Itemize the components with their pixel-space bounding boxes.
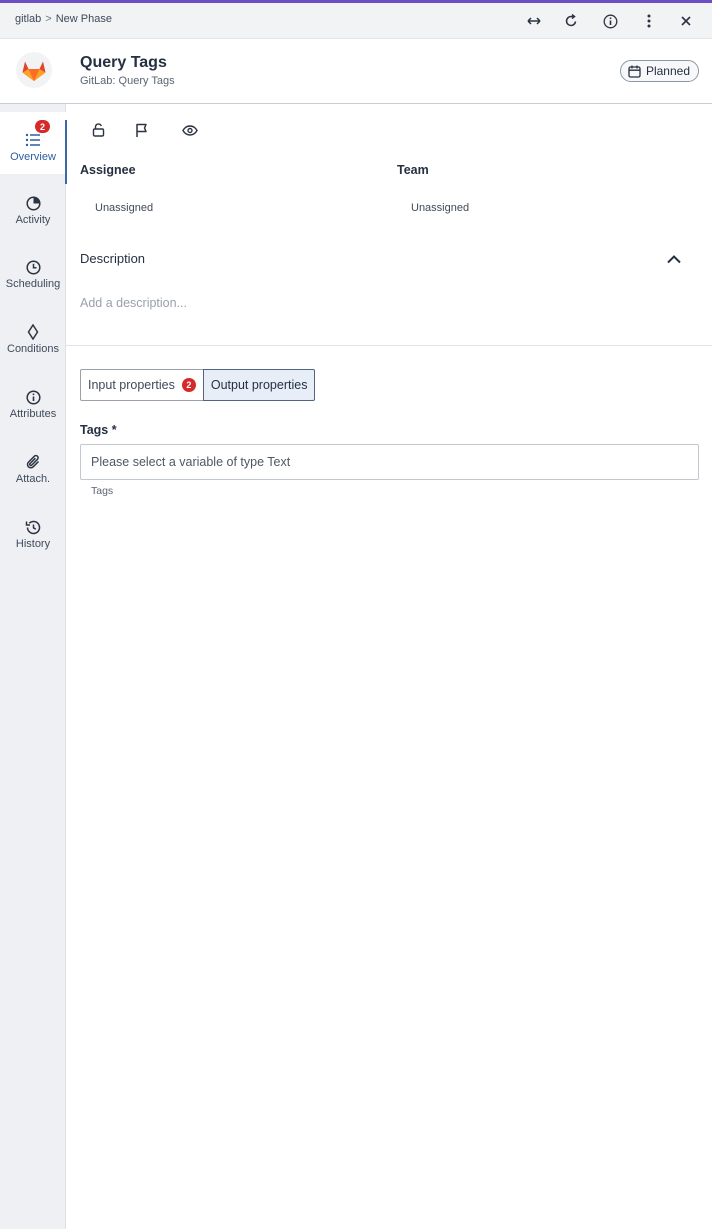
sidebar-item-label: Attributes bbox=[9, 408, 57, 420]
assignee-value[interactable]: Unassigned bbox=[95, 202, 153, 214]
refresh-icon[interactable] bbox=[562, 12, 580, 30]
overview-badge: 2 bbox=[35, 120, 50, 133]
clock-icon bbox=[25, 259, 41, 275]
pie-icon bbox=[25, 195, 41, 211]
expand-horizontal-icon[interactable] bbox=[525, 12, 543, 30]
sidebar-item-history[interactable]: History bbox=[0, 502, 66, 564]
sidebar-item-scheduling[interactable]: Scheduling bbox=[0, 242, 66, 304]
input-properties-badge: 2 bbox=[181, 378, 196, 392]
tags-help-text: Tags bbox=[91, 485, 114, 497]
tab-input-properties[interactable]: Input properties 2 bbox=[80, 369, 203, 401]
page-subtitle: GitLab: Query Tags bbox=[80, 75, 175, 87]
sidebar: 2 Overview Activity Scheduling Condition… bbox=[0, 104, 67, 1229]
status-label: Planned bbox=[645, 64, 690, 78]
description-input[interactable]: Add a description... bbox=[80, 296, 187, 310]
more-vertical-icon[interactable] bbox=[640, 12, 658, 30]
sidebar-item-overview[interactable]: 2 Overview bbox=[0, 112, 67, 184]
sidebar-item-attributes[interactable]: Attributes bbox=[0, 372, 66, 434]
properties-tabs: Input properties 2 Output properties bbox=[80, 369, 316, 401]
list-icon: 2 bbox=[25, 120, 50, 148]
sidebar-item-label: Conditions bbox=[7, 343, 59, 355]
team-value[interactable]: Unassigned bbox=[411, 202, 469, 214]
history-icon bbox=[25, 519, 41, 535]
page-title: Query Tags bbox=[80, 54, 167, 71]
tags-input[interactable] bbox=[80, 444, 699, 480]
breadcrumb-separator: > bbox=[45, 13, 52, 25]
sidebar-item-label: History bbox=[15, 538, 51, 550]
sidebar-item-activity[interactable]: Activity bbox=[0, 178, 66, 240]
assignee-label: Assignee bbox=[80, 163, 136, 177]
status-badge[interactable]: Planned bbox=[619, 60, 699, 82]
team-label: Team bbox=[397, 163, 429, 177]
eye-icon[interactable] bbox=[181, 122, 199, 138]
tab-label: Input properties bbox=[88, 378, 175, 392]
unlock-icon[interactable] bbox=[89, 122, 107, 138]
sidebar-item-label: Overview bbox=[10, 151, 56, 163]
calendar-icon bbox=[628, 65, 641, 78]
sidebar-item-conditions[interactable]: Conditions bbox=[0, 307, 66, 369]
gitlab-logo bbox=[16, 52, 52, 88]
sidebar-item-label: Scheduling bbox=[5, 278, 61, 290]
breadcrumb: gitlab > New Phase bbox=[15, 13, 112, 25]
description-label: Description bbox=[80, 251, 146, 266]
paperclip-icon bbox=[26, 454, 41, 470]
header: Query Tags GitLab: Query Tags Planned bbox=[0, 39, 712, 104]
diamond-icon bbox=[27, 324, 39, 340]
sidebar-item-label: Attach. bbox=[15, 473, 51, 485]
top-bar: gitlab > New Phase bbox=[0, 3, 712, 39]
chevron-up-icon[interactable] bbox=[666, 253, 682, 265]
tab-output-properties[interactable]: Output properties bbox=[202, 369, 316, 401]
breadcrumb-current: New Phase bbox=[55, 13, 112, 25]
breadcrumb-root[interactable]: gitlab bbox=[15, 13, 41, 25]
sidebar-item-attachments[interactable]: Attach. bbox=[0, 437, 66, 499]
main-content: Assignee Team Unassigned Unassigned Desc… bbox=[66, 104, 712, 1229]
sidebar-item-label: Activity bbox=[15, 214, 51, 226]
info-icon bbox=[25, 389, 41, 405]
info-icon[interactable] bbox=[601, 12, 619, 30]
flag-icon[interactable] bbox=[132, 122, 150, 138]
close-icon[interactable] bbox=[677, 12, 695, 30]
tags-label: Tags * bbox=[80, 423, 117, 437]
divider bbox=[66, 345, 712, 346]
tab-label: Output properties bbox=[210, 378, 308, 392]
